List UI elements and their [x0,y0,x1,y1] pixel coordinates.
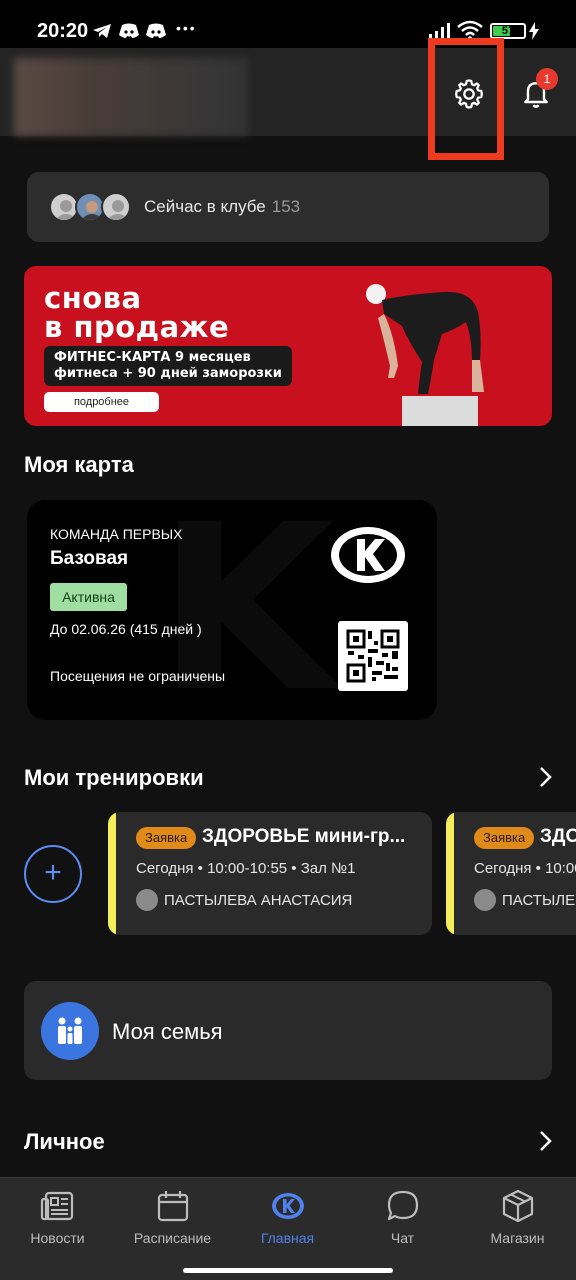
training-time: Сегодня • 10:00-10:55 • Зал №1 [136,860,356,877]
promo-banner[interactable]: снова в продаже ФИТНЕС-КАРТА 9 месяцев ф… [24,266,552,426]
card-status-badge: Активна [50,583,127,611]
nav-news[interactable]: Новости [0,1178,115,1258]
banner-title-line1: снова [44,281,142,315]
membership-card[interactable]: K КОМАНДА ПЕРВЫХ Базовая Активна До 02.0… [27,500,437,720]
banner-subtitle-line2: фитнеса + 90 дней заморозки [54,366,282,381]
more-icon: ••• [176,20,197,36]
trainings-chevron-right-icon[interactable] [536,765,556,789]
training-title: ЗДО [540,826,576,847]
my-family-card[interactable]: Моя семья [24,981,552,1080]
charging-icon [529,22,539,40]
training-title: ЗДОРОВЬЕ мини-гр... [202,826,406,847]
home-logo-icon [272,1193,304,1219]
trainings-title: Мои тренировки [24,765,204,790]
club-logo-icon [331,527,405,583]
status-time: 20:20 [37,20,89,42]
nav-home-label: Главная [260,1230,315,1246]
discord-icon [146,23,166,38]
banner-title-line2: в продаже [44,310,230,344]
notification-badge: 1 [536,68,558,90]
bottom-navigation: Новости Расписание Главная Чат Магазин [0,1177,576,1280]
banner-title: снова в продаже [44,284,229,342]
banner-subtitle: ФИТНЕС-КАРТА 9 месяцев фитнеса + 90 дней… [44,346,292,386]
club-occupancy-card[interactable]: Сейчас в клубе 153 [27,172,549,242]
club-avatars [49,192,131,222]
my-card-title: Моя карта [24,452,134,477]
add-training-button[interactable]: + [24,845,82,903]
training-card[interactable]: Заявка ЗДОРОВЬЕ мини-гр... Сегодня • 10:… [108,812,432,935]
avatar [101,192,131,222]
qr-code-button[interactable] [338,621,408,691]
news-icon [40,1191,74,1221]
qr-code-icon [346,629,400,683]
nav-shop[interactable]: Магазин [460,1178,575,1258]
telegram-icon [93,24,111,38]
nav-schedule-label: Расписание [133,1230,212,1246]
swimmer-image [366,284,484,394]
discord-icon [119,23,139,38]
card-valid-until: До 02.06.26 (415 дней ) [50,621,202,637]
trainer-avatar-icon [136,889,158,911]
home-indicator[interactable] [183,1268,393,1273]
club-now-text: Сейчас в клубе [144,197,266,216]
personal-title: Личное [24,1129,105,1154]
card-club-name: КОМАНДА ПЕРВЫХ [50,526,183,542]
chat-icon [387,1190,419,1221]
nav-chat[interactable]: Чат [345,1178,460,1258]
nav-shop-label: Магазин [490,1230,545,1246]
nav-news-label: Новости [30,1230,85,1246]
banner-subtitle-line1: ФИТНЕС-КАРТА 9 месяцев [54,350,251,365]
trainer-avatar-icon [474,889,496,911]
personal-chevron-right-icon[interactable] [536,1129,556,1153]
nav-schedule[interactable]: Расписание [115,1178,230,1258]
battery-percent: 57 [501,25,515,37]
training-trainer: ПАСТЫЛЕВ [502,892,576,909]
my-family-label: Моя семья [112,1019,223,1044]
battery-icon: 57 [490,23,526,39]
training-status-bar [108,812,116,935]
training-card[interactable]: Заявка ЗДО Сегодня • 10:00 ПАСТЫЛЕВ [446,812,576,935]
training-tag: Заявка [474,827,535,849]
banner-details-button[interactable]: подробнее [44,392,159,412]
training-tag: Заявка [136,827,197,849]
family-icon [41,1002,99,1060]
training-trainer: ПАСТЫЛЕВА АНАСТАСИЯ [164,892,353,909]
plus-icon: + [44,856,62,889]
wifi-icon [457,20,483,40]
card-plan-name: Базовая [50,548,129,569]
nav-chat-label: Чат [390,1230,415,1246]
settings-highlight-annotation [428,38,504,160]
training-time: Сегодня • 10:00 [474,860,576,877]
training-status-bar [446,812,454,935]
club-now-count: 153 [271,197,301,216]
card-visits: Посещения не ограничены [50,668,226,684]
nav-home[interactable]: Главная [230,1178,345,1258]
club-occupancy-label: Сейчас в клубе 153 [144,197,300,217]
shop-icon [502,1189,534,1223]
card-watermark: K [157,500,336,720]
calendar-icon [157,1191,189,1222]
profile-avatar-blurred[interactable] [14,58,248,136]
